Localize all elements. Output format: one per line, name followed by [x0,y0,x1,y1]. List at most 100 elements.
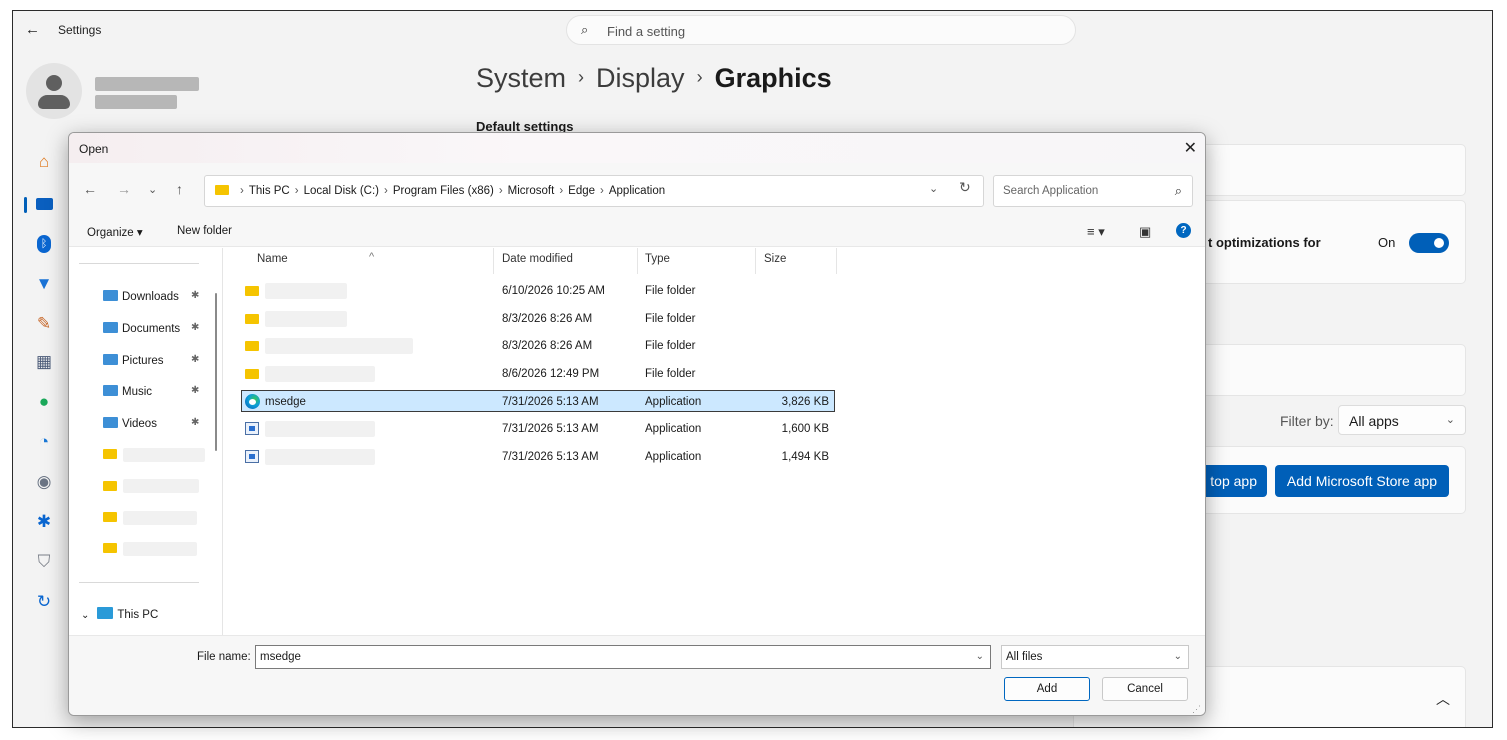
filter-dropdown[interactable]: All apps ⌄ [1338,405,1466,435]
path-program-files[interactable]: Program Files (x86) [393,185,494,197]
expand-chevron-icon[interactable]: ⌄ [81,610,89,621]
accessibility-icon[interactable]: ✱ [33,511,55,533]
table-row[interactable]: 7/31/2026 5:13 AM Application 1,600 KB [241,418,835,440]
folder-icon[interactable] [103,512,117,522]
breadcrumb-display[interactable]: Display [596,63,685,93]
column-size[interactable]: Size [764,253,786,273]
optimizations-toggle[interactable] [1409,233,1449,253]
file-type-value: All files [1006,651,1043,663]
system-icon[interactable] [33,193,55,215]
preview-pane-icon[interactable]: ▣ [1139,224,1151,240]
this-pc-icon [97,607,114,619]
address-bar[interactable]: › This PC › Local Disk (C:) › Program Files (… [204,175,984,207]
column-type[interactable]: Type [645,253,670,273]
folder-icon[interactable] [103,543,117,553]
chevron-up-icon[interactable]: ︿ [1436,689,1450,709]
quick-access-label: Pictures [122,355,164,367]
column-separator[interactable] [637,248,638,274]
quick-access-music[interactable]: Music ✱ [103,385,199,398]
accounts-icon[interactable]: ● [33,391,55,413]
chevron-right-icon: › [294,185,299,197]
music-folder-icon [103,385,118,396]
column-separator[interactable] [836,248,837,274]
open-file-dialog: Open ✕ ← → ⌄ ↑ › This PC › Local Disk (C:) ›… [68,132,1206,716]
title-bar: ← Settings ⌕ Find a setting [13,11,1492,49]
dialog-command-bar: Organize ▾ New folder ≡ ▾ ▣ ? [69,217,1205,247]
chevron-right-icon: › [240,185,244,197]
back-arrow-icon[interactable]: ← [25,21,40,38]
add-button[interactable]: Add [1004,677,1090,701]
refresh-icon[interactable]: ↻ [959,179,971,196]
organize-button[interactable]: Organize ▾ [87,225,143,239]
file-size: 1,494 KB [781,451,829,463]
help-icon[interactable]: ? [1176,223,1191,238]
table-row[interactable]: 8/3/2026 8:26 AM File folder [241,335,835,357]
file-date: 7/31/2026 5:13 AM [502,451,599,463]
optimizations-label: t optimizations for [1208,235,1321,250]
view-options-icon[interactable]: ≡ ▾ [1087,224,1105,240]
quick-access-pictures[interactable]: Pictures ✱ [103,354,199,367]
column-name[interactable]: Name ^ [257,251,374,273]
resize-grip-icon[interactable]: ⋰ [1192,704,1201,715]
apps-icon[interactable]: ▦ [33,351,55,373]
filter-value: All apps [1349,413,1399,429]
path-microsoft[interactable]: Microsoft [508,185,555,197]
table-row[interactable]: 6/10/2026 10:25 AM File folder [241,280,835,302]
quick-access-videos[interactable]: Videos ✱ [103,417,199,430]
back-arrow-icon[interactable]: ← [83,181,97,197]
nav-pane-scrollbar[interactable] [215,293,217,451]
folder-icon[interactable] [103,481,117,491]
this-pc-item[interactable]: ⌄ This PC [81,607,158,621]
breadcrumb-system[interactable]: System [476,63,566,93]
quick-access-documents[interactable]: Documents ✱ [103,322,199,335]
folder-icon[interactable] [103,449,117,459]
chevron-down-icon[interactable]: ⌄ [976,651,984,662]
cancel-button[interactable]: Cancel [1102,677,1188,701]
dialog-search-box[interactable]: Search Application ⌕ [993,175,1193,207]
file-name-input[interactable]: msedge ⌄ [255,645,991,669]
redacted-file-name [265,449,375,465]
folder-icon [215,185,229,195]
gaming-icon[interactable]: ◉ [33,471,55,493]
recent-locations-chevron-icon[interactable]: ⌄ [148,183,157,196]
file-type: Application [645,423,702,435]
application-icon [245,450,259,463]
settings-search-box[interactable]: ⌕ Find a setting [566,15,1076,45]
path-this-pc[interactable]: This PC [249,185,290,197]
home-icon[interactable]: ⌂ [33,151,55,173]
file-type: File folder [645,340,696,352]
column-separator[interactable] [493,248,494,274]
add-store-app-button[interactable]: Add Microsoft Store app [1275,465,1449,497]
network-icon[interactable]: ▼ [33,273,55,295]
close-icon[interactable]: ✕ [1184,138,1197,158]
path-application[interactable]: Application [609,185,665,197]
bluetooth-icon[interactable]: ᛒ [33,233,55,255]
path-local-disk[interactable]: Local Disk (C:) [304,185,379,197]
path-edge[interactable]: Edge [568,185,595,197]
privacy-security-icon[interactable]: ⛉ [33,551,55,573]
column-separator[interactable] [755,248,756,274]
table-row-selected[interactable]: msedge 7/31/2026 5:13 AM Application 3,8… [241,390,835,412]
file-size: 1,600 KB [781,423,829,435]
downloads-folder-icon [103,290,118,301]
address-history-chevron-icon[interactable]: ⌄ [929,182,938,195]
windows-update-icon[interactable]: ↻ [33,591,55,613]
app-title: Settings [58,23,102,37]
file-size: 3,826 KB [781,396,829,408]
personalization-icon[interactable]: ✎ [33,313,55,335]
column-name-label: Name [257,253,288,265]
quick-access-downloads[interactable]: Downloads ✱ [103,290,199,303]
time-language-icon[interactable]: ◔ [33,431,55,453]
column-date-modified[interactable]: Date modified [502,253,573,273]
file-type-dropdown[interactable]: All files ⌄ [1001,645,1189,669]
forward-arrow-icon[interactable]: → [117,181,131,197]
redacted-file-name [265,338,413,354]
dialog-bottom-bar: File name: msedge ⌄ All files ⌄ Add Canc… [69,635,1205,715]
table-row[interactable]: 8/3/2026 8:26 AM File folder [241,308,835,330]
table-row[interactable]: 8/6/2026 12:49 PM File folder [241,363,835,385]
up-arrow-icon[interactable]: ↑ [176,181,183,197]
new-folder-button[interactable]: New folder [177,225,232,237]
file-name-value: msedge [260,651,301,663]
table-row[interactable]: 7/31/2026 5:13 AM Application 1,494 KB [241,446,835,468]
avatar[interactable] [26,63,82,119]
